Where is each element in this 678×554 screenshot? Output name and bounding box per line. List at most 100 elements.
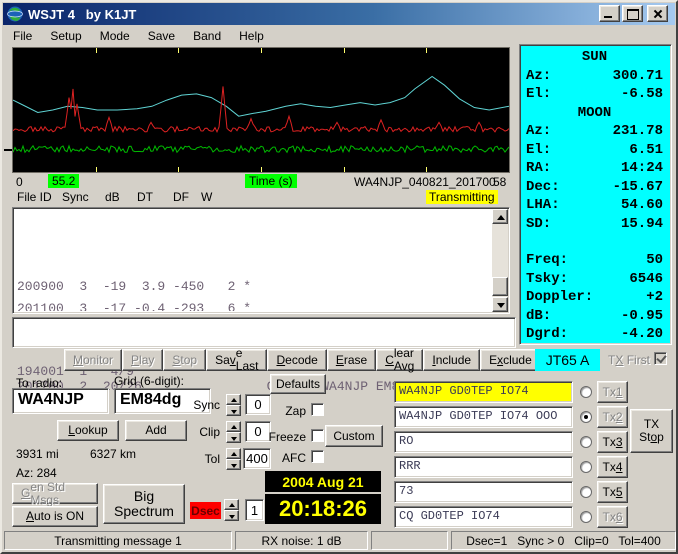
tol-label: Tol bbox=[204, 452, 220, 466]
tx-message-row: RRR Tx 4 bbox=[394, 456, 628, 478]
astro-panel: SUN Az: 300.71 El: -6.58 MOON Az: 231.78 El: 6… bbox=[519, 44, 672, 345]
freeze-checkbox[interactable] bbox=[311, 429, 324, 442]
down-arrow-icon bbox=[226, 432, 241, 443]
tx-send-button[interactable]: Tx 4 bbox=[597, 456, 628, 478]
toolbar-button[interactable]: Sa v e Last bbox=[206, 347, 268, 372]
decoded-row: 201100 3 -17 -0.4 -293 6 * bbox=[17, 301, 252, 311]
tx-message-radio[interactable] bbox=[580, 511, 592, 523]
tx-message-row: WA4NJP GD0TEP IO74 Tx 1 bbox=[394, 381, 628, 403]
menu-item[interactable]: Save bbox=[139, 27, 184, 45]
tx-first-checkbox[interactable] bbox=[654, 352, 667, 365]
toolbar-button[interactable]: Decode bbox=[267, 349, 327, 371]
astro-label: Doppler: bbox=[526, 289, 594, 305]
astro-value: -15.67 bbox=[612, 178, 663, 195]
astro-value: 50 bbox=[646, 252, 663, 268]
toolbar-button[interactable]: Monitor bbox=[64, 349, 123, 371]
astro-value: 6546 bbox=[629, 270, 663, 287]
decoded-text-area[interactable]: 200900 3 -19 3.9 -450 2 * 201100 3 -17 -0… bbox=[12, 207, 510, 314]
window-title: WSJT 4 by K1JT bbox=[28, 6, 137, 22]
toolbar-button[interactable]: Erase bbox=[326, 349, 377, 371]
status-rx-noise: RX noise: 1 dB bbox=[235, 531, 368, 550]
title-bar: WSJT 4 by K1JT bbox=[3, 3, 675, 25]
clip-stepper[interactable] bbox=[226, 421, 241, 443]
to-radio-input[interactable]: WA4NJP bbox=[12, 388, 109, 414]
astro-value: 6.51 bbox=[629, 141, 663, 158]
sync-stepper[interactable] bbox=[226, 394, 241, 416]
scale-end-label: 58 bbox=[493, 175, 507, 189]
app-globe-icon bbox=[7, 6, 23, 22]
big-spectrum-button[interactable]: Big Spectrum bbox=[103, 484, 185, 524]
transmitting-badge: Transmitting bbox=[426, 190, 498, 204]
dsec-value[interactable]: 1 bbox=[245, 499, 264, 521]
astro-value: -0.95 bbox=[620, 307, 663, 324]
gen-std-msgs-button[interactable]: Gen Std Msgs bbox=[12, 481, 98, 506]
tx-send-button[interactable]: Tx 3 bbox=[597, 431, 628, 453]
defaults-button[interactable]: Defaults bbox=[270, 374, 326, 394]
tx-message-input[interactable]: RRR bbox=[394, 456, 573, 478]
tx-message-radio[interactable] bbox=[580, 461, 592, 473]
status-transmit: Transmitting message 1 bbox=[4, 531, 232, 550]
afc-checkbox[interactable] bbox=[311, 450, 324, 463]
sun-rows: Az: 300.71 El: -6.58 bbox=[526, 67, 663, 104]
up-arrow-icon bbox=[226, 394, 241, 405]
down-arrow-icon bbox=[226, 405, 241, 416]
tx-message-input[interactable]: WA4NJP GD0TEP IO74 bbox=[394, 381, 573, 403]
tx-send-button[interactable]: Tx 6 bbox=[597, 506, 628, 528]
scroll-down-icon[interactable] bbox=[492, 297, 508, 312]
tx-message-input[interactable]: RO bbox=[394, 431, 573, 453]
scroll-thumb[interactable] bbox=[492, 277, 508, 296]
tx-message-radio[interactable] bbox=[580, 386, 592, 398]
decode-scrollbar[interactable] bbox=[492, 209, 508, 312]
tx-message-input[interactable]: WA4NJP GD0TEP IO74 OOO bbox=[394, 406, 573, 428]
zap-checkbox[interactable] bbox=[311, 403, 324, 416]
menu-item[interactable]: Setup bbox=[41, 27, 90, 45]
menu-item[interactable]: Band bbox=[184, 27, 230, 45]
tx-message-input[interactable]: CQ GD0TEP IO74 bbox=[394, 506, 573, 528]
tx-message-radio[interactable] bbox=[580, 411, 592, 423]
status-params: Dsec=1 Sync > 0 Clip=0 Tol=400 bbox=[451, 531, 676, 550]
tol-stepper[interactable] bbox=[226, 448, 241, 470]
mode-badge: JT65 A bbox=[535, 349, 600, 371]
toolbar-button[interactable]: Clear Avg bbox=[376, 347, 424, 372]
tx-send-button[interactable]: Tx 5 bbox=[597, 481, 628, 503]
menu-item[interactable]: Mode bbox=[91, 27, 139, 45]
tx-message-radio[interactable] bbox=[580, 486, 592, 498]
tx-send-button[interactable]: Tx 2 bbox=[597, 406, 628, 428]
astro-value: 231.78 bbox=[612, 123, 663, 139]
sync-seconds-badge: 55.2 bbox=[48, 174, 80, 188]
scroll-up-icon[interactable] bbox=[492, 209, 508, 224]
tx-send-button[interactable]: Tx 1 bbox=[597, 381, 628, 403]
column-header: DF bbox=[173, 190, 189, 204]
spectrum-display[interactable] bbox=[12, 47, 510, 173]
average-text-area[interactable]: 194001 1 4/9 201700 2 20/26 GD0TEP WA4NJP… bbox=[12, 317, 516, 394]
toolbar-button[interactable]: Stop bbox=[163, 349, 207, 371]
decoded-row: 200900 3 -19 3.9 -450 2 * bbox=[17, 279, 252, 294]
tx-stop-button[interactable]: TX Stop bbox=[630, 409, 673, 453]
date-display: 2004 Aug 21 bbox=[265, 471, 381, 492]
azimuth-label: Az: 284 bbox=[16, 466, 57, 480]
menu-item[interactable]: Help bbox=[230, 27, 273, 45]
astro-label: Freq: bbox=[526, 252, 569, 268]
down-arrow-icon bbox=[226, 459, 241, 470]
toolbar-button[interactable]: Ex clude bbox=[480, 349, 541, 371]
auto-toggle-button[interactable]: Auto is ON bbox=[12, 506, 98, 527]
maximize-button[interactable] bbox=[622, 5, 643, 22]
minimize-button[interactable] bbox=[599, 5, 620, 22]
toolbar-button[interactable]: Play bbox=[122, 349, 164, 371]
big-spectrum-line2: Spectrum bbox=[114, 503, 174, 519]
lookup-button[interactable]: Lookup bbox=[57, 420, 119, 441]
column-header: Sync bbox=[62, 190, 89, 204]
astro-label: dB: bbox=[526, 307, 552, 324]
big-spectrum-line1: Big bbox=[133, 488, 155, 505]
astro-label: Tsky: bbox=[526, 270, 569, 287]
dsec-stepper[interactable] bbox=[224, 499, 239, 521]
menu-item[interactable]: File bbox=[4, 27, 41, 45]
column-header: DT bbox=[137, 190, 153, 204]
tx-message-input[interactable]: 73 bbox=[394, 481, 573, 503]
custom-button[interactable]: Custom bbox=[325, 425, 383, 447]
status-bar: Transmitting message 1 RX noise: 1 dB Ds… bbox=[2, 529, 676, 552]
close-button[interactable] bbox=[647, 5, 668, 22]
add-button[interactable]: Add bbox=[125, 420, 187, 441]
toolbar-button[interactable]: Include bbox=[423, 349, 481, 371]
tx-message-radio[interactable] bbox=[580, 436, 592, 448]
